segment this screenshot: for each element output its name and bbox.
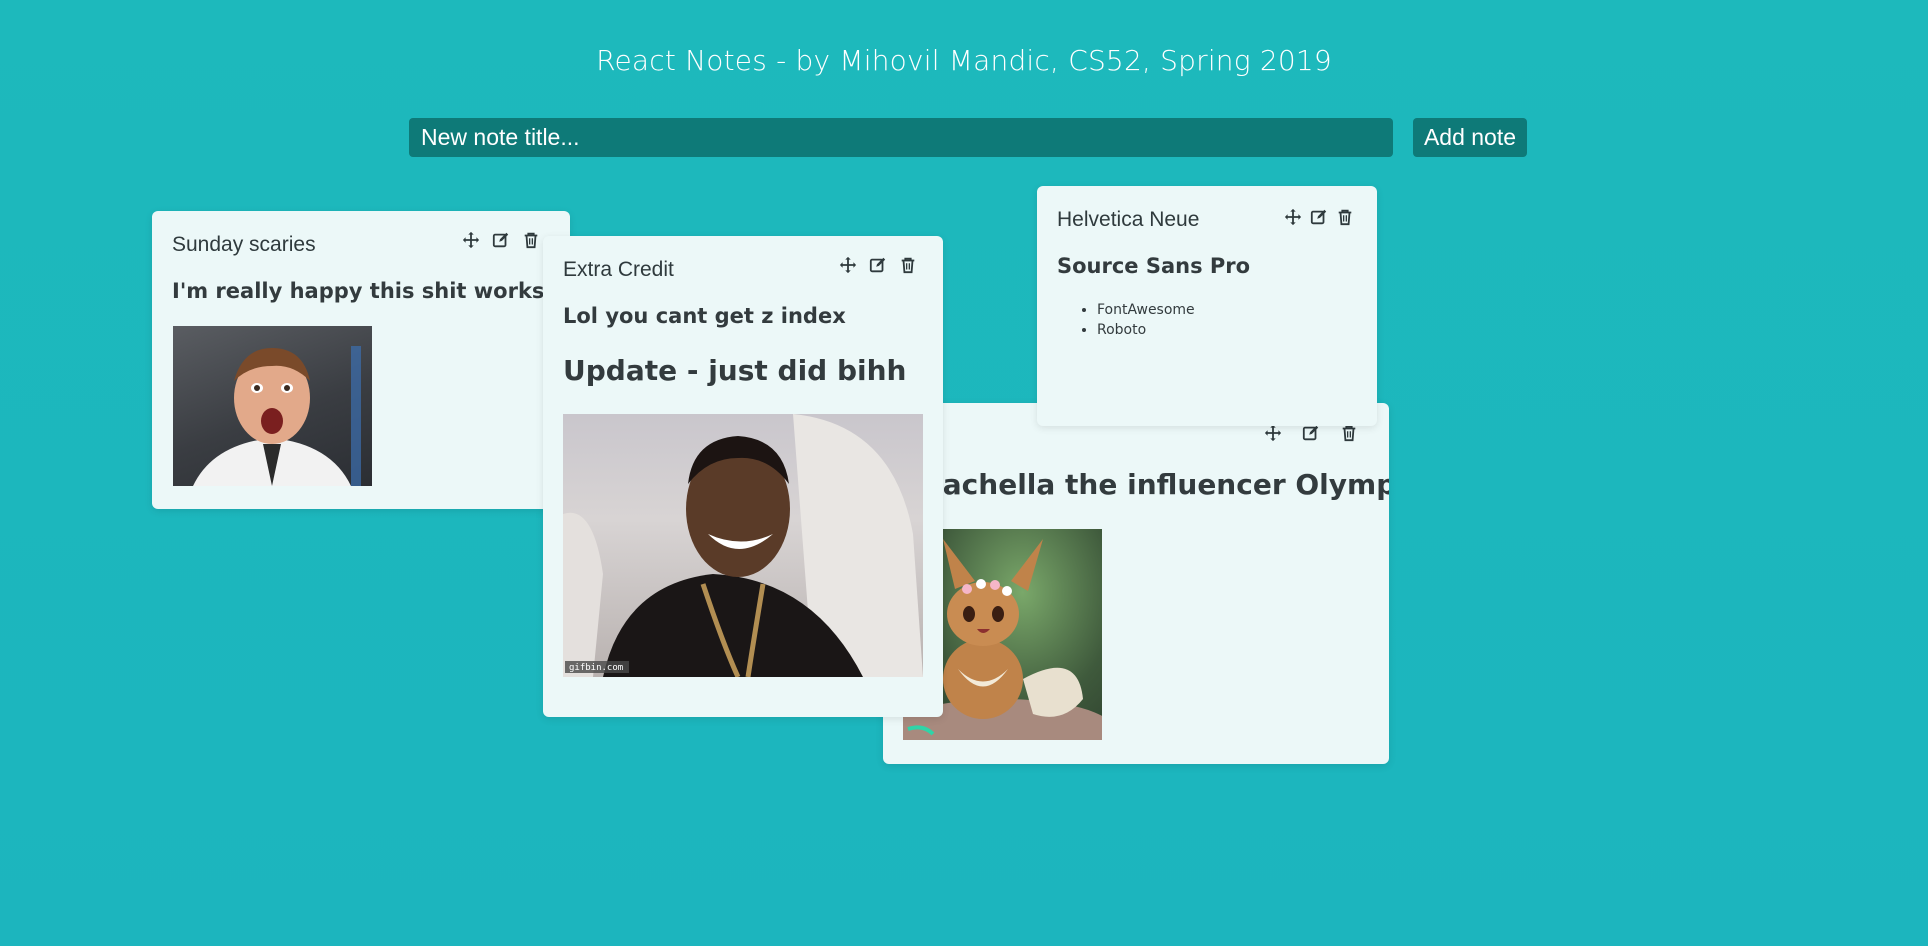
- trash-icon[interactable]: [522, 231, 540, 249]
- note-toolbar: [1284, 208, 1354, 226]
- gif-watermark: gifbin.com: [569, 663, 623, 673]
- move-icon[interactable]: [1264, 424, 1282, 442]
- page-title: React Notes - by Mihovil Mandic, CS52, S…: [596, 44, 1332, 77]
- note-card[interactable]: 22 Coachella the influencer Olympics: [883, 403, 1389, 764]
- new-note-title-input[interactable]: [409, 118, 1393, 157]
- move-icon[interactable]: [462, 231, 480, 249]
- trash-icon[interactable]: [899, 256, 917, 274]
- note-toolbar: [462, 231, 540, 249]
- trash-icon[interactable]: [1340, 424, 1358, 442]
- move-icon[interactable]: [1284, 208, 1302, 226]
- note-title: Extra Credit: [563, 258, 674, 281]
- note-toolbar: [1264, 424, 1358, 442]
- add-note-button[interactable]: Add note: [1413, 118, 1527, 157]
- move-icon[interactable]: [839, 256, 857, 274]
- note-heading: I'm really happy this shit works lmao: [172, 279, 570, 303]
- edit-icon[interactable]: [492, 231, 510, 249]
- edit-icon[interactable]: [869, 256, 887, 274]
- note-toolbar: [839, 256, 917, 274]
- smiling-man-gif: gifbin.com: [563, 414, 923, 677]
- note-heading: Lol you cant get z index: [563, 304, 846, 328]
- list-item: FontAwesome: [1097, 300, 1377, 320]
- note-title: Sunday scaries: [172, 233, 316, 256]
- note-subheading: Update - just did bihh: [563, 354, 907, 387]
- note-heading: Source Sans Pro: [1057, 254, 1251, 278]
- edit-icon[interactable]: [1310, 208, 1328, 226]
- note-card[interactable]: Extra Credit Lol you cant get z index Up…: [543, 236, 943, 717]
- note-card[interactable]: Sunday scaries I'm really happy this shi…: [152, 211, 570, 509]
- list-item: Roboto: [1097, 320, 1377, 340]
- edit-icon[interactable]: [1302, 424, 1320, 442]
- surprised-man-photo: [173, 326, 372, 486]
- note-title: Helvetica Neue: [1057, 208, 1200, 231]
- note-heading: Coachella the influencer Olympics: [903, 468, 1389, 501]
- note-list: FontAwesome Roboto: [1057, 300, 1377, 340]
- trash-icon[interactable]: [1336, 208, 1354, 226]
- note-card[interactable]: Helvetica Neue Source Sans Pro FontAweso…: [1037, 186, 1377, 426]
